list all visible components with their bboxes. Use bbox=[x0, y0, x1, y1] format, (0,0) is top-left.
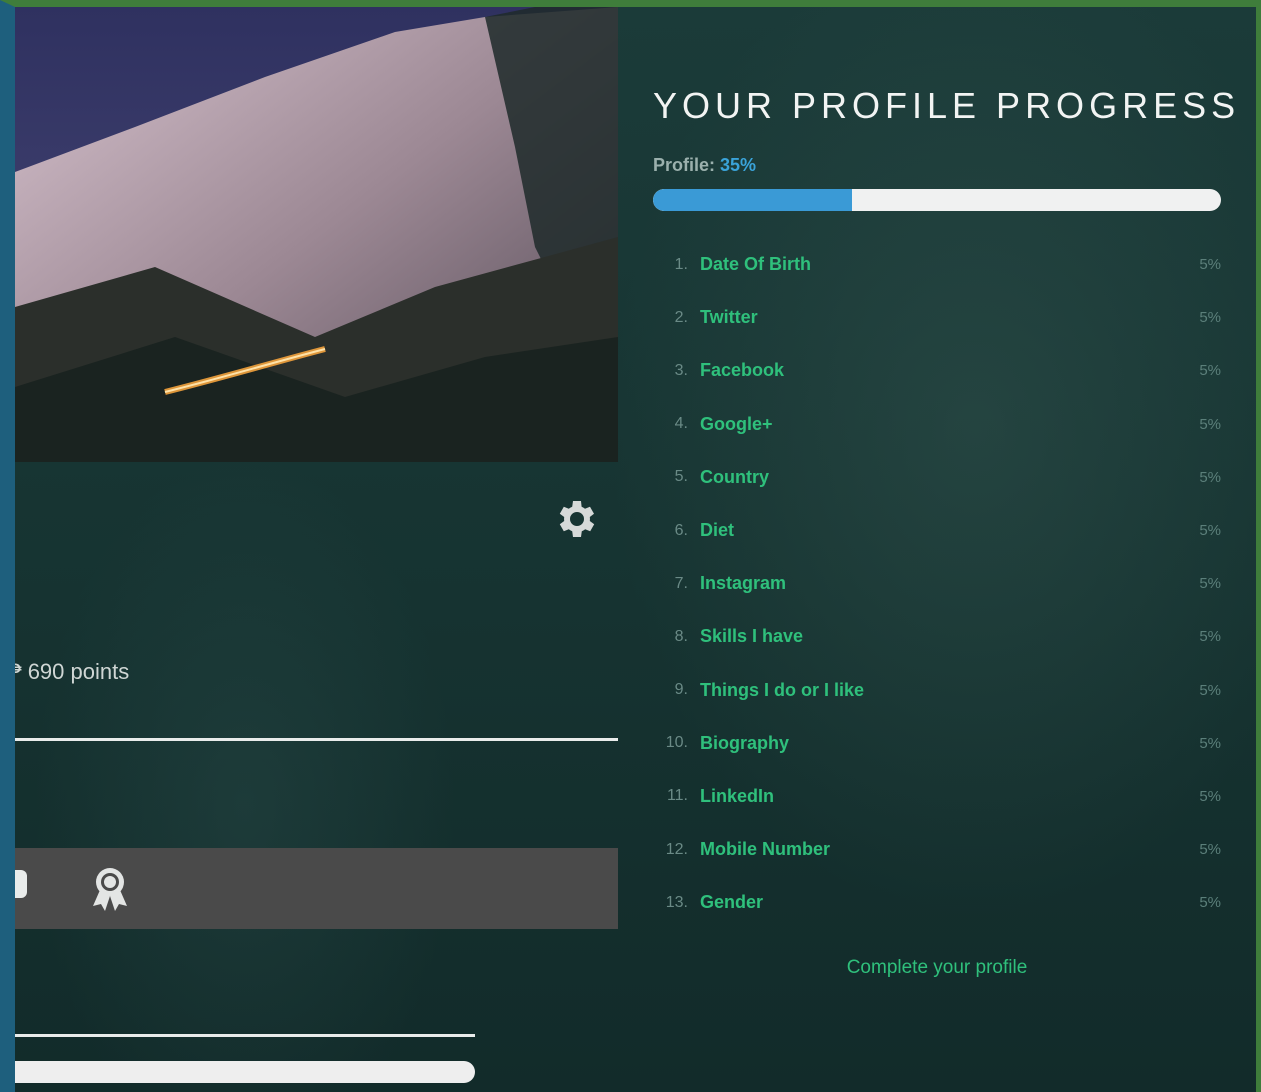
list-item: 2. Twitter 5% bbox=[653, 291, 1221, 344]
item-percent: 5% bbox=[1199, 522, 1221, 540]
badges-bar bbox=[15, 848, 618, 929]
cover-photo bbox=[15, 7, 618, 462]
item-percent: 5% bbox=[1199, 468, 1221, 486]
item-label-link[interactable]: Biography bbox=[700, 733, 789, 754]
complete-profile-link[interactable]: Complete your profile bbox=[618, 957, 1256, 979]
item-percent: 5% bbox=[1199, 362, 1221, 380]
profile-progress-bar bbox=[653, 189, 1221, 211]
item-label-link[interactable]: Instagram bbox=[700, 573, 786, 594]
item-label-link[interactable]: Country bbox=[700, 467, 769, 488]
list-item: 7. Instagram 5% bbox=[653, 557, 1221, 610]
list-item: 8. Skills I have 5% bbox=[653, 610, 1221, 663]
item-percent: 5% bbox=[1199, 309, 1221, 327]
level-progress-track bbox=[15, 1061, 475, 1083]
item-number: 8. bbox=[674, 627, 688, 645]
item-number: 10. bbox=[665, 734, 688, 752]
item-percent: 5% bbox=[1199, 256, 1221, 274]
item-label-link[interactable]: Date Of Birth bbox=[700, 254, 811, 275]
profile-progress-fill bbox=[653, 189, 852, 211]
profile-label-text: Profile: bbox=[653, 155, 716, 175]
item-percent: 5% bbox=[1199, 894, 1221, 912]
item-percent: 5% bbox=[1199, 787, 1221, 805]
item-number: 9. bbox=[674, 681, 688, 699]
divider bbox=[15, 1034, 475, 1037]
list-item: 12. Mobile Number 5% bbox=[653, 823, 1221, 876]
profile-percent-label: Profile: 35% bbox=[653, 155, 756, 176]
item-label-link[interactable]: Facebook bbox=[700, 360, 784, 381]
item-number: 11. bbox=[666, 787, 688, 805]
badge-icon[interactable] bbox=[15, 870, 27, 898]
page: ₱ 690 points YOUR PROFILE PROGRESS Profi… bbox=[0, 0, 1261, 1092]
profile-progress-panel: YOUR PROFILE PROGRESS Profile: 35% 1. Dat… bbox=[618, 7, 1256, 1092]
item-percent: 5% bbox=[1199, 575, 1221, 593]
list-item: 10. Biography 5% bbox=[653, 717, 1221, 770]
item-number: 13. bbox=[665, 893, 688, 911]
item-number: 7. bbox=[674, 574, 688, 592]
item-label-link[interactable]: Mobile Number bbox=[700, 839, 830, 860]
points-text: 690 points bbox=[27, 659, 130, 684]
item-number: 5. bbox=[674, 468, 688, 486]
list-item: 6. Diet 5% bbox=[653, 504, 1221, 557]
item-label-link[interactable]: LinkedIn bbox=[700, 786, 774, 807]
item-number: 6. bbox=[674, 521, 688, 539]
item-number: 1. bbox=[674, 255, 688, 273]
award-ribbon-icon[interactable] bbox=[91, 866, 129, 912]
list-item: 5. Country 5% bbox=[653, 451, 1221, 504]
profile-percent-value: 35% bbox=[720, 155, 757, 175]
item-label-link[interactable]: Gender bbox=[700, 892, 763, 913]
list-item: 9. Things I do or I like 5% bbox=[653, 664, 1221, 717]
list-item: 1. Date Of Birth 5% bbox=[653, 238, 1221, 291]
item-number: 12. bbox=[665, 840, 688, 858]
list-item: 4. Google+ 5% bbox=[653, 398, 1221, 451]
item-percent: 5% bbox=[1199, 628, 1221, 646]
list-item: 13. Gender 5% bbox=[653, 876, 1221, 929]
gear-icon bbox=[559, 501, 595, 537]
settings-button[interactable] bbox=[550, 494, 600, 544]
item-percent: 5% bbox=[1199, 734, 1221, 752]
item-percent: 5% bbox=[1199, 415, 1221, 433]
item-number: 3. bbox=[674, 361, 688, 379]
item-label-link[interactable]: Google+ bbox=[700, 414, 773, 435]
list-item: 11. LinkedIn 5% bbox=[653, 770, 1221, 823]
mountain-night-image bbox=[15, 7, 618, 462]
profile-items-list: 1. Date Of Birth 5% 2. Twitter 5% 3. Facebook 5%… bbox=[653, 238, 1221, 929]
item-label-link[interactable]: Skills I have bbox=[700, 626, 803, 647]
item-number: 4. bbox=[674, 415, 688, 433]
panel-title: YOUR PROFILE PROGRESS bbox=[653, 85, 1241, 126]
points-display: ₱ 690 points bbox=[7, 659, 130, 685]
coin-icon: ₱ bbox=[7, 659, 22, 684]
item-label-link[interactable]: Twitter bbox=[700, 307, 758, 328]
item-percent: 5% bbox=[1199, 681, 1221, 699]
item-label-link[interactable]: Things I do or I like bbox=[700, 680, 864, 701]
item-percent: 5% bbox=[1199, 841, 1221, 859]
divider bbox=[15, 738, 618, 741]
item-number: 2. bbox=[674, 308, 688, 326]
item-label-link[interactable]: Diet bbox=[700, 520, 734, 541]
list-item: 3. Facebook 5% bbox=[653, 344, 1221, 397]
